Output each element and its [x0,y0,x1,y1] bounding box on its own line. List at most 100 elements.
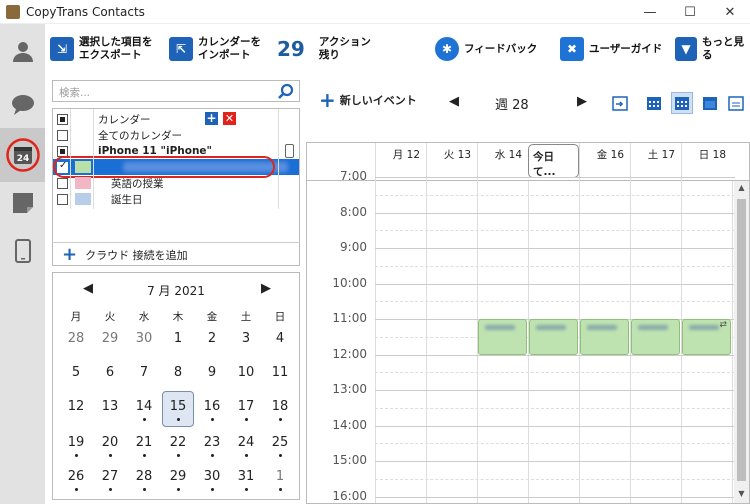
calendar-day[interactable]: 22 [161,435,195,450]
calendar-day[interactable]: 24 [229,435,263,450]
select-all-checkbox[interactable] [57,113,68,125]
calendar-day[interactable]: 5 [59,365,93,380]
delete-calendar-icon[interactable]: ✕ [223,112,236,125]
import-button[interactable]: ⇱ カレンダーを インポート [169,32,261,66]
calendar-day[interactable]: 8 [161,365,195,380]
calendar-day[interactable]: 28 [127,469,161,484]
next-month-icon[interactable]: ▶ [261,281,271,296]
week-view-icon[interactable] [671,92,693,114]
month-view-icon[interactable] [699,92,721,114]
next-week-icon[interactable]: ▶ [577,94,587,109]
calendar-day[interactable]: 17 [229,399,263,414]
day-header[interactable]: 土 17 [630,143,681,181]
day-header[interactable]: 月 12 [375,143,426,181]
go-today-icon[interactable] [609,92,631,114]
calendar-event[interactable] [631,319,680,355]
day-header[interactable]: 火 13 [426,143,477,181]
calendar-day[interactable]: 25 [263,435,297,450]
view-bar: + 新しいイベント ◀ 週 28 ▶ [305,80,750,126]
calendar-day[interactable]: 1 [263,469,297,484]
calendar-event[interactable]: ⇄ [682,319,731,355]
calendar-day[interactable]: 19 [59,435,93,450]
calendar-day[interactable]: 30 [195,469,229,484]
calendar-day[interactable]: 4 [263,331,297,346]
calendar-day[interactable]: 21 [127,435,161,450]
app-icon [6,4,20,19]
calendar-day[interactable]: 10 [229,365,263,380]
calendar-event[interactable] [529,319,578,355]
event-dot [75,488,78,491]
search-input[interactable]: 検索... [52,80,300,102]
calendar-day[interactable]: 28 [59,331,93,346]
scroll-down-icon[interactable]: ▼ [734,489,749,503]
calendar-event[interactable] [478,319,527,355]
more-label: もっと見る [701,36,744,61]
add-cloud-connection[interactable]: + クラウド 接続を追加 [52,242,300,266]
calendar-event[interactable] [580,319,629,355]
calendar-day[interactable]: 6 [93,365,127,380]
calendar-day[interactable]: 1 [161,331,195,346]
more-button[interactable]: ▼ もっと見る [675,32,750,66]
calendar-day[interactable]: 14 [127,399,161,414]
week-body[interactable]: 7:00 8:00 9:00 10:00 11:00 12:00 13:00 14:00 15:… [307,169,735,503]
calendar-day[interactable]: 27 [93,469,127,484]
mini-calendar: ◀ 7 月 2021 ▶ 月火水木金土日 28 29 30 1 2 3 4 5 6 7 8 9 10 11 1… [52,272,300,500]
device-checkbox[interactable] [57,145,68,157]
calendar-day[interactable]: 18 [263,399,297,414]
new-event-button[interactable]: + 新しいイベント [319,90,417,110]
all-calendars-row[interactable]: 全てのカレンダー [53,127,299,143]
selected-calendar-row[interactable]: ✓ [53,156,299,178]
day-view-icon[interactable] [643,92,665,114]
calendar-day[interactable]: 20 [93,435,127,450]
hour-line [375,177,735,178]
calendar-nav-icon[interactable]: 24 [0,128,45,182]
device-nav-icon[interactable] [0,224,45,278]
half-hour-line [375,301,735,303]
hour-label: 15:00 [332,453,367,467]
calendar-day[interactable]: 9 [195,365,229,380]
calendar-day[interactable]: 11 [263,365,297,380]
calendar-day[interactable]: 29 [161,469,195,484]
export-button[interactable]: ⇲ 選択した項目を エクスポート [50,32,153,66]
scroll-thumb[interactable] [737,199,746,481]
feedback-label: フィードバック [464,42,538,55]
calendar-day[interactable]: 13 [93,399,127,414]
all-calendars-checkbox[interactable] [57,129,68,141]
day-header[interactable]: 金 16 [579,143,630,181]
calendar-day[interactable]: 29 [93,331,127,346]
day-header[interactable]: 日 18 [681,143,732,181]
maximize-button[interactable]: ☐ [670,0,710,24]
prev-week-icon[interactable]: ◀ [449,94,459,109]
calendar-day[interactable]: 3 [229,331,263,346]
export-icon: ⇲ [50,37,74,61]
vertical-scrollbar[interactable]: ▲ ▼ [734,181,749,503]
feedback-button[interactable]: ✱ フィードバック [435,32,537,66]
calendar-day[interactable]: 16 [195,399,229,414]
calendar-day[interactable]: 12 [59,399,93,414]
calendar-day[interactable]: 2 [195,331,229,346]
all-calendars-label: 全てのカレンダー [98,129,182,142]
add-calendar-icon[interactable]: + [205,112,218,125]
calendar-row[interactable]: 英語の授業 [53,175,299,191]
notes-nav-icon[interactable] [0,176,45,230]
search-icon[interactable] [277,83,295,101]
calendar-day[interactable]: 26 [59,469,93,484]
calendar-day[interactable]: 23 [195,435,229,450]
calendar-row[interactable]: 誕生日 [53,191,299,207]
calendar-day[interactable]: 7 [127,365,161,380]
close-button[interactable]: ✕ [710,0,750,24]
minimize-button[interactable]: — [630,0,670,24]
calendar-day[interactable]: 15 [161,399,195,414]
calendar-day[interactable]: 31 [229,469,263,484]
agenda-view-icon[interactable] [725,92,747,114]
day-header[interactable]: 水 14 [477,143,528,181]
scroll-up-icon[interactable]: ▲ [734,183,749,197]
contacts-nav-icon[interactable] [0,24,45,78]
calendar-checkbox[interactable] [57,193,68,205]
hour-line [375,461,735,462]
messages-nav-icon[interactable] [0,78,45,132]
calendar-checkbox[interactable] [57,177,68,189]
calendar-day[interactable]: 30 [127,331,161,346]
user-guide-button[interactable]: ✖ ユーザーガイド [560,32,662,66]
today-day-header[interactable]: 今日 て... [528,144,579,178]
